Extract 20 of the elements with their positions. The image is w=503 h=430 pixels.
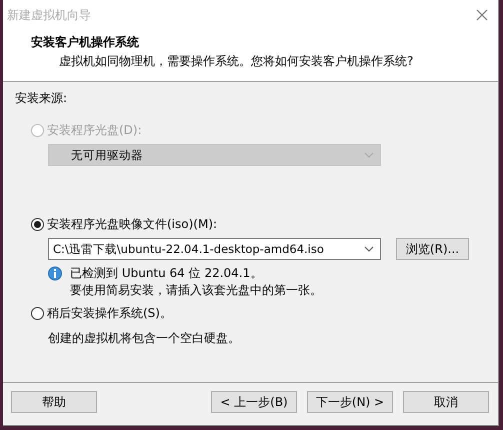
page-heading: 安装客户机操作系统 (31, 34, 140, 51)
dialog-button[interactable]: 帮助 (11, 391, 97, 413)
radio-option[interactable]: 稍后安装操作系统(S)。 (31, 303, 172, 323)
radio-option[interactable]: 安装程序光盘映像文件(iso)(M): (31, 214, 218, 234)
note-text: 创建的虚拟机将包含一个空白硬盘。 (48, 330, 241, 347)
radio-button[interactable] (31, 218, 44, 230)
chevron-down-icon[interactable] (364, 246, 374, 252)
dialog-button[interactable]: 下一步(N) > (307, 391, 393, 413)
dialog-button[interactable]: < 上一步(B) (211, 391, 297, 413)
path-dropdown[interactable]: C:\迅雷下载\ubuntu-22.04.1-desktop-amd64.iso (48, 238, 381, 260)
info-text: 要使用简易安装，请插入该套光盘中的第一张。 (70, 282, 322, 299)
dialog-button[interactable]: 取消 (403, 391, 489, 413)
window-title: 新建虚拟机向导 (7, 6, 91, 24)
info-text: 已检测到 Ubuntu 64 位 22.04.1。 (70, 265, 264, 282)
section-label: 安装来源: (15, 90, 68, 107)
browse-button[interactable]: 浏览(R)... (396, 238, 469, 260)
close-icon[interactable] (476, 9, 488, 21)
radio-button[interactable] (31, 306, 44, 320)
info-icon (47, 266, 63, 282)
page-subtitle: 虚拟机如同物理机，需要操作系统。您将如何安装客户机操作系统? (58, 53, 414, 70)
